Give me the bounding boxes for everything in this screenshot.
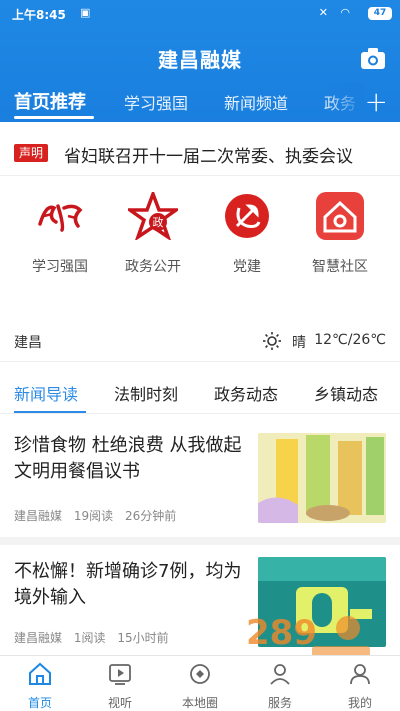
quick-link-party[interactable]: 党建 — [197, 186, 297, 276]
nav-label: 视听 — [107, 696, 132, 710]
news-reads: 19阅读 — [73, 509, 114, 523]
nav-video[interactable]: 视听 — [80, 662, 160, 711]
announcement-badge: 声明 — [14, 144, 49, 162]
quick-link-label: 学习强国 — [32, 259, 88, 275]
nav-service[interactable]: 服务 — [240, 662, 320, 711]
wifi-icon: ◠ — [340, 6, 350, 19]
app-title: 建昌融媒 — [158, 48, 242, 72]
news-item[interactable]: 珍惜食物 杜绝浪费 从我做起 文明用餐倡议书 建昌融媒 19阅读 26分钟前 — [0, 415, 400, 545]
home-icon — [29, 662, 51, 685]
quick-links: 学习强国 政 政务公开 党建 智慧社区 — [0, 186, 400, 286]
app-header: 上午8:45 ▣ ✕ ◠ 47 建昌融媒 首页推荐 学习强国 新闻频道 政务 + — [0, 0, 400, 122]
battery-icon: 47 — [368, 7, 392, 20]
subtab-gov-news[interactable]: 政务动态 — [214, 381, 278, 405]
tab-recommend[interactable]: 首页推荐 — [14, 88, 86, 114]
video-icon — [109, 664, 131, 685]
mute-icon: ✕ — [318, 6, 328, 19]
local-circle-icon — [190, 664, 210, 684]
news-meta: 建昌融媒 19阅读 26分钟前 — [14, 507, 184, 524]
add-channel-icon[interactable]: + — [365, 85, 388, 118]
active-subtab-indicator — [14, 411, 86, 413]
profile-icon — [350, 664, 370, 685]
tab-fade — [324, 82, 364, 122]
bottom-navigation: 首页 视听 本地圈 服务 我的 — [0, 655, 400, 711]
weather-city: 建昌 — [14, 335, 42, 351]
service-icon — [270, 664, 290, 685]
news-thumbnail[interactable] — [258, 433, 386, 523]
news-time: 26分钟前 — [124, 509, 177, 523]
quick-link-community[interactable]: 智慧社区 — [290, 186, 390, 276]
subtab-legal[interactable]: 法制时刻 — [114, 381, 178, 405]
sunny-icon — [263, 332, 281, 350]
subtab-township[interactable]: 乡镇动态 — [314, 381, 378, 405]
announcement-text[interactable]: 省妇联召开十一届二次常委、执委会议 — [64, 142, 353, 167]
news-reads: 1阅读 — [73, 631, 106, 645]
nav-local[interactable]: 本地圈 — [160, 662, 240, 711]
announcement-bar[interactable]: 声明 省妇联召开十一届二次常委、执委会议 — [0, 130, 400, 176]
nav-profile[interactable]: 我的 — [320, 662, 400, 711]
nav-label: 服务 — [267, 696, 292, 710]
quick-link-xuexi[interactable]: 学习强国 — [10, 186, 110, 276]
nav-label: 我的 — [347, 696, 372, 710]
star-gov-icon: 政 — [127, 190, 179, 242]
quick-link-label: 智慧社区 — [312, 259, 368, 275]
news-sub-tabs: 新闻导读 法制时刻 政务动态 乡镇动态 — [0, 368, 400, 414]
quick-link-label: 政务公开 — [125, 259, 181, 275]
news-source: 建昌融媒 — [14, 509, 63, 523]
weather-temperature: 12℃/26℃ — [314, 332, 386, 348]
smart-community-icon — [314, 190, 366, 242]
nav-label: 本地圈 — [181, 696, 218, 710]
nav-label: 首页 — [27, 696, 52, 710]
status-time: 上午8:45 — [12, 8, 66, 22]
tab-xuexi[interactable]: 学习强国 — [124, 90, 188, 114]
nav-home[interactable]: 首页 — [0, 662, 80, 711]
weather-condition: 晴 — [292, 335, 306, 351]
weather-bar: 建昌 晴 12℃/26℃ — [0, 320, 400, 362]
camera-icon[interactable] — [360, 46, 386, 70]
news-time: 15小时前 — [117, 631, 169, 645]
party-emblem-icon — [221, 190, 273, 242]
news-title[interactable]: 不松懈！新增确诊7例，均为境外输入 — [14, 559, 244, 611]
status-bar: 上午8:45 ▣ ✕ ◠ 47 — [0, 0, 400, 28]
tab-news[interactable]: 新闻频道 — [224, 90, 288, 114]
notification-icon: ▣ — [80, 6, 91, 19]
news-meta: 建昌融媒 1阅读 15小时前 — [14, 629, 177, 646]
channel-tabs: 首页推荐 学习强国 新闻频道 政务 + — [0, 82, 400, 122]
svg-text:289: 289 — [246, 613, 317, 653]
xuexi-logo-icon — [34, 190, 86, 242]
news-title[interactable]: 珍惜食物 杜绝浪费 从我做起 文明用餐倡议书 — [14, 433, 244, 485]
svg-text:政: 政 — [153, 215, 164, 229]
subtab-news-guide[interactable]: 新闻导读 — [14, 381, 78, 405]
news-source: 建昌融媒 — [14, 631, 63, 645]
quick-link-gov[interactable]: 政 政务公开 — [103, 186, 203, 276]
active-tab-indicator — [14, 116, 94, 119]
quick-link-label: 党建 — [233, 259, 261, 275]
